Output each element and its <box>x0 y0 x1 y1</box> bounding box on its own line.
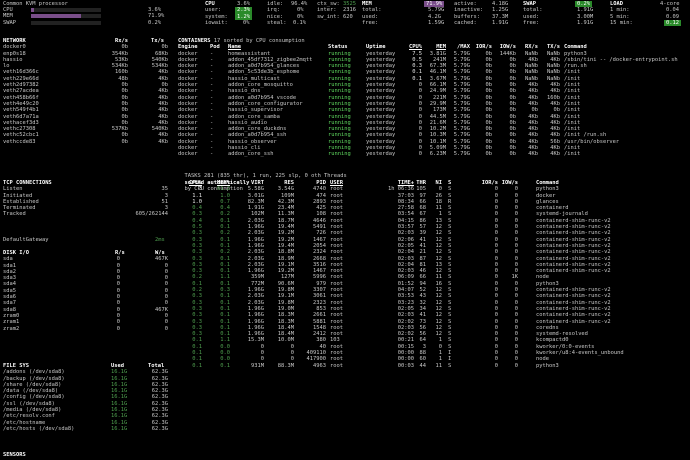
proc-threads: 44 <box>419 362 427 369</box>
filesystem-used: 16.1G <box>111 425 128 432</box>
container-pod: - <box>210 151 214 158</box>
cpu-iowait-label: iowait: <box>205 19 228 26</box>
proc-io-write: 0 <box>514 362 518 369</box>
proc-cpu: 0.1 <box>192 362 202 369</box>
containers-subtitle: 17 sorted by CPU consumption <box>213 38 305 44</box>
cpu-steal-label: steal: <box>267 19 287 26</box>
container-engine: docker <box>178 151 198 158</box>
quick-swap-value: 0.2% <box>148 19 161 26</box>
containers-panel: CONTAINERS 17 sorted by CPU consumption … <box>178 38 688 158</box>
mem-panel: MEM 71.9% active: 4.18G total: 5.79G ina… <box>362 1 512 26</box>
filesystem-mount: /etc/hosts (/dev/sda8) <box>3 425 75 432</box>
tasks-count: TASKS 281 (835 thr), 1 run, 225 slp, 0 o… <box>184 173 347 180</box>
quick-swap-label: SWAP <box>3 19 16 26</box>
container-uptime: yesterday <box>366 151 396 158</box>
container-command: /init <box>564 151 581 158</box>
filesystem-total: 62.3G <box>151 425 168 432</box>
cpu-iowait-value: 0% <box>243 19 250 26</box>
swap-free-label: free: <box>523 19 540 26</box>
proc-io-read: 0 <box>494 362 498 369</box>
proc-state: S <box>448 362 452 369</box>
sensors-title: SENSORS <box>3 452 26 458</box>
mem-free-value: 1.59G <box>428 19 445 26</box>
process-row[interactable]: 0.1 0.1 931M 88.3M 4963 root 00:03 44 11 S 0 0 pytho… <box>178 363 688 369</box>
mem-cached-label: cached: <box>454 19 477 26</box>
cpu-panel: CPU 3.6% idle: 96.4% ctx_sw: 3525 user: … <box>205 1 356 26</box>
quick-cpu-bar-fill <box>31 8 34 12</box>
container-io-read: 0b <box>485 151 493 158</box>
disk-write-value: 0 <box>164 325 168 332</box>
container-io-write: 0b <box>509 151 517 158</box>
gateway-value: 2ms <box>155 237 165 243</box>
gateway-label: DefaultGateway <box>3 237 49 243</box>
container-name: addon_core_ssh <box>228 151 274 158</box>
network-rx-value: 0b <box>121 138 129 145</box>
tcp-state-label: Tracked <box>3 211 26 218</box>
containers-title: CONTAINERS <box>178 38 211 44</box>
container-row[interactable]: docker - addon_core_ssh running yesterday 0 6.… <box>178 151 688 157</box>
quick-cpu-bar <box>31 8 101 12</box>
load-15min-value: 0.12 <box>664 19 681 27</box>
network-interface-name: vethccde83 <box>3 138 36 145</box>
disk-panel: DISK I/O R/s W/s sda 0 467K sda1 0 0 sda2 0 0 sda… <box>3 250 168 332</box>
quick-mem-bar <box>31 14 101 19</box>
mem-free-label: free: <box>362 19 379 26</box>
tcp-row: Tracked 605/262144 <box>3 211 168 217</box>
filesystem-row: /etc/hosts (/dev/sda8) 16.1G 62.3G <box>3 426 168 432</box>
container-mem-max: 5.79G <box>453 151 470 158</box>
container-tx: 4Kb <box>550 151 560 158</box>
mem-cached-value: 1.91G <box>492 19 509 26</box>
proc-res: 88.3M <box>277 362 294 369</box>
container-rx: 4Kb <box>528 151 538 158</box>
gateway-row: DefaultGateway 2ms <box>3 237 168 243</box>
cpu-steal-value: 0.1% <box>293 19 306 26</box>
process-list: CPU% MEM% VIRT RES PID USER TIME+ THR NI S IOR/s IO… <box>178 180 688 369</box>
load-15min-label: 15 min: <box>610 19 633 26</box>
proc-command: python3 <box>536 362 559 369</box>
proc-pid: 4963 <box>313 362 326 369</box>
tcp-panel: TCP CONNECTIONS Listen 35 Initiated 3 Establ… <box>3 180 168 218</box>
disk-row: zram2 0 0 <box>3 326 168 332</box>
tasks-summary: TASKS 281 (835 thr), 1 run, 225 slp, 0 o… <box>178 167 688 192</box>
quick-mem-bar-fill <box>31 14 81 19</box>
filesystem-panel: FILE SYS Used Total /addons (/dev/sda8) 1… <box>3 363 168 432</box>
load-panel: LOAD 4-core 1 min: 0.04 5 min: 0.09 15 m… <box>610 1 688 27</box>
proc-mem: 0.1 <box>220 362 230 369</box>
container-mem: 6.23M <box>429 151 446 158</box>
network-tx-value: 4Kb <box>158 138 168 145</box>
container-cpu: 0 <box>418 151 422 158</box>
container-status: running <box>328 151 351 158</box>
quick-swap-bar <box>31 20 101 25</box>
proc-time: 00:03 <box>397 362 414 369</box>
disk-device-name: zram2 <box>3 325 20 332</box>
swap-panel: SWAP 0.2% total: 1.91G used: 3.00M free:… <box>523 1 603 26</box>
tcp-state-count: 605/262144 <box>135 211 168 218</box>
proc-virt: 931M <box>251 362 264 369</box>
quicklook-panel: CPU 3.6% MEM 71.9% SWAP 0.2% <box>3 7 173 26</box>
proc-user: root <box>330 362 343 369</box>
swap-free-value: 1.91G <box>577 19 594 26</box>
disk-read-value: 0 <box>116 325 120 332</box>
network-panel: NETWORK Rx/s Tx/s docker0 0b 0b enp0s18 354K… <box>3 38 168 145</box>
proc-nice: 11 <box>435 362 443 369</box>
network-row: vethccde83 0b 4Kb <box>3 139 168 145</box>
